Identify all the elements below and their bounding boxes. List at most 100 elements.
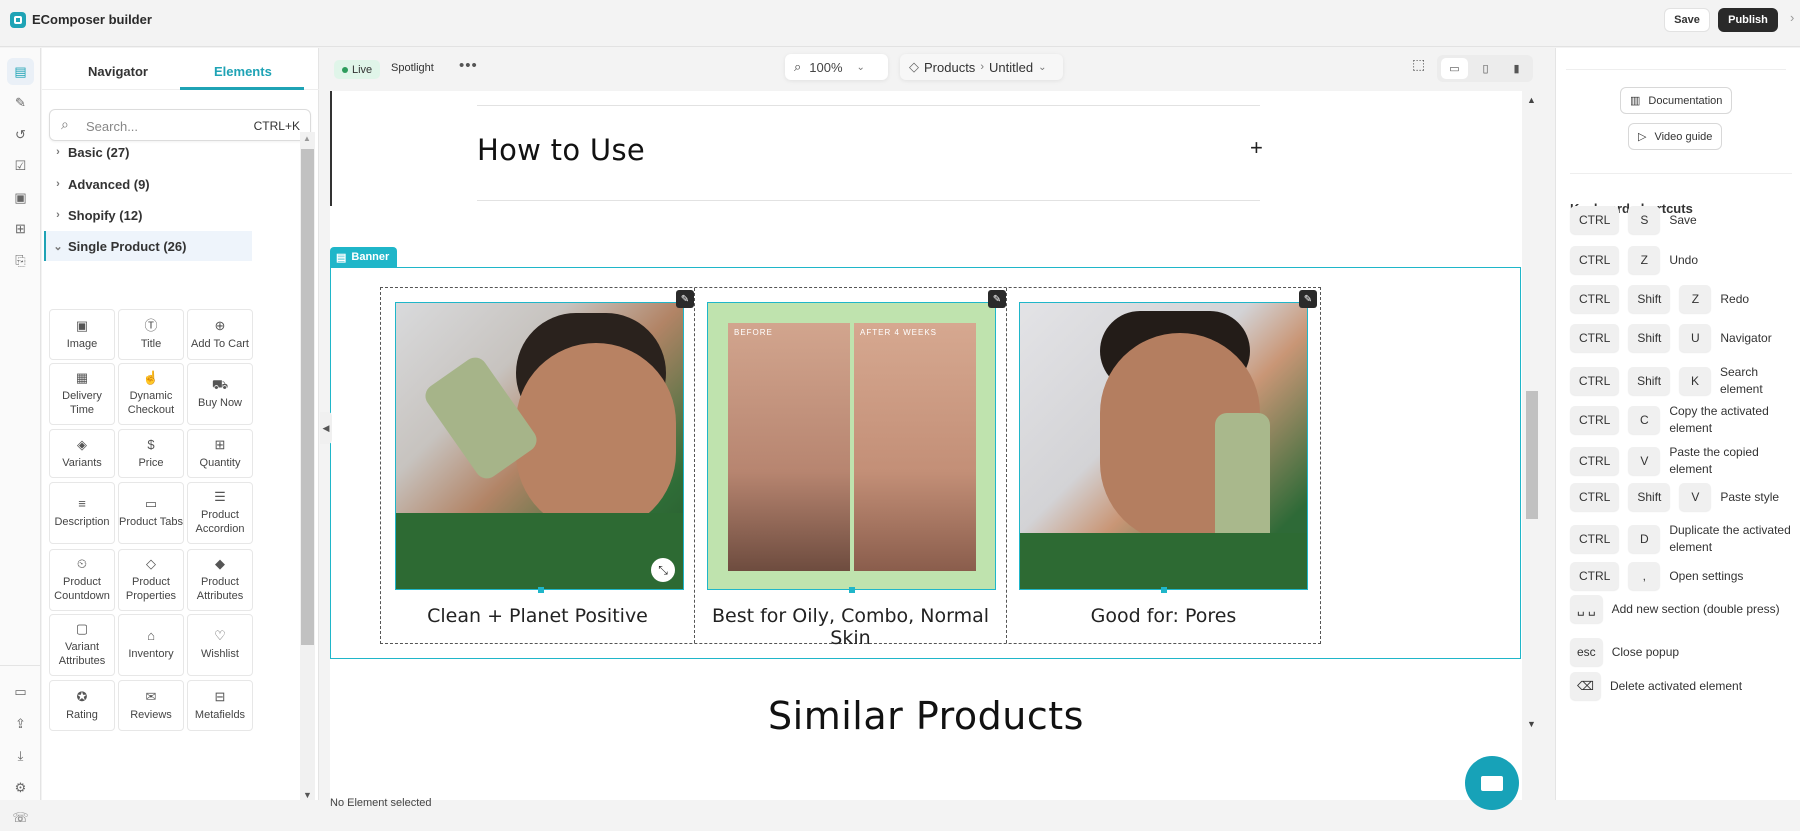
folder-star-icon[interactable]: ▭ (7, 678, 34, 705)
banner-caption[interactable]: Clean + Planet Positive (381, 605, 694, 627)
element-tile-add-to-cart[interactable]: ⊕ Add To Cart (187, 309, 253, 360)
chat-icon[interactable]: ☏ (7, 804, 34, 831)
breadcrumb-untitled[interactable]: Untitled (989, 60, 1033, 75)
key-cap: U (1679, 324, 1712, 352)
element-tile-product-accordion[interactable]: ☰ Product Accordion (187, 482, 253, 544)
edit-pencil-icon[interactable]: ✎ (1299, 290, 1317, 308)
accordion-title[interactable]: How to Use (477, 133, 645, 167)
tab-navigator[interactable]: Navigator (88, 64, 148, 79)
key-cap: K (1679, 367, 1711, 395)
layout-icon[interactable]: ▤ (7, 58, 34, 85)
category-label: Advanced (9) (68, 176, 150, 192)
banner-column[interactable]: BEFORE AFTER 4 WEEKS ✎ Best for Oily, Co… (695, 288, 1007, 649)
banner-section-tag[interactable]: ▤ Banner (330, 247, 398, 267)
mobile-view-icon[interactable]: ▮ (1503, 58, 1530, 79)
search-placeholder: Search... (86, 119, 139, 134)
tab-elements[interactable]: Elements (214, 64, 272, 79)
canvas-scrollbar[interactable]: ▲ ▼ (1524, 91, 1539, 800)
element-tile-price[interactable]: $ Price (118, 429, 184, 478)
element-tile-inventory[interactable]: ⌂ Inventory (118, 614, 184, 676)
documentation-button[interactable]: ▥ Documentation (1620, 87, 1733, 114)
scroll-down-arrow[interactable]: ▼ (303, 790, 312, 800)
spotlight-button[interactable]: Spotlight (391, 62, 434, 74)
element-tile-variants[interactable]: ◈ Variants (49, 429, 115, 478)
desktop-view-icon[interactable]: ▭ (1441, 58, 1468, 79)
element-tile-label: Delivery Time (62, 390, 102, 416)
page-breadcrumb[interactable]: ◇ Products › Untitled ⌄ (900, 54, 1063, 80)
tablet-view-icon[interactable]: ▯ (1472, 58, 1499, 79)
scroll-up-arrow[interactable]: ▲ (303, 134, 311, 143)
element-tile-description[interactable]: ≡ Description (49, 482, 115, 544)
upload-icon[interactable]: ⇪ (7, 710, 34, 737)
expand-plus-icon[interactable]: + (1250, 135, 1263, 161)
banner-image[interactable]: BEFORE AFTER 4 WEEKS (707, 302, 996, 590)
resize-handle[interactable] (849, 587, 855, 593)
category-shopify[interactable]: › Shopify (12) (45, 200, 252, 230)
banner-column[interactable]: ✎ Good for: Pores (1007, 288, 1320, 643)
template-icon[interactable]: ▣ (7, 184, 34, 211)
banner-section[interactable]: ⤡ ✎ Clean + Planet Positive BEFORE AFTER… (330, 267, 1521, 659)
chevron-down-icon: ⌄ (53, 240, 63, 253)
element-tile-title[interactable]: Ⓣ Title (118, 309, 184, 360)
banner-column[interactable]: ⤡ ✎ Clean + Planet Positive (381, 288, 695, 643)
element-tile-dynamic-checkout[interactable]: ☝ Dynamic Checkout (118, 363, 184, 425)
element-tile-wishlist[interactable]: ♡ Wishlist (187, 614, 253, 676)
add-page-icon[interactable]: ⎘ (7, 247, 34, 274)
price-icon: $ (147, 436, 155, 452)
element-tile-rating[interactable]: ✪ Rating (49, 680, 115, 731)
zoom-icon: ⌕ (794, 59, 802, 74)
outline-toggle-icon[interactable]: ⬚ (1412, 56, 1425, 73)
element-tile-product-countdown[interactable]: ⏲ Product Countdown (49, 549, 115, 611)
checklist-icon[interactable]: ☑ (7, 152, 34, 179)
publish-button[interactable]: Publish (1718, 8, 1778, 32)
history-icon[interactable]: ↺ (7, 121, 34, 148)
live-badge[interactable]: Live (334, 60, 381, 79)
panel-scrollbar[interactable]: ▲ ▼ (300, 132, 315, 800)
key-cap: ⌫ (1570, 672, 1601, 700)
element-tile-quantity[interactable]: ⊞ Quantity (187, 429, 253, 478)
banner-caption[interactable]: Best for Oily, Combo, Normal Skin (695, 605, 1006, 649)
banner-image[interactable] (1019, 302, 1308, 590)
edit-pencil-icon[interactable]: ✎ (988, 290, 1006, 308)
collapse-panel-button[interactable]: ◀ (320, 412, 332, 444)
shortcut-row: CTRL D Duplicate the activated element (1570, 522, 1797, 556)
download-icon[interactable]: ⤓ (7, 742, 34, 769)
element-tile-metafields[interactable]: ⊟ Metafields (187, 680, 253, 731)
category-advanced[interactable]: › Advanced (9) (45, 169, 252, 199)
chat-support-button[interactable] (1465, 756, 1519, 810)
collapse-chevron-icon[interactable]: › (1790, 10, 1794, 25)
apps-icon[interactable]: ⊞ (7, 215, 34, 242)
scrollbar-thumb[interactable] (301, 149, 314, 645)
element-tile-image[interactable]: ▣ Image (49, 309, 115, 360)
brush-icon[interactable]: ✎ (7, 89, 34, 116)
key-cap: Z (1679, 285, 1712, 313)
element-tile-variant-attributes[interactable]: ▢ Variant Attributes (49, 614, 115, 676)
chat-bubble-icon (1481, 775, 1503, 791)
element-tile-product-tabs[interactable]: ▭ Product Tabs (118, 482, 184, 544)
element-tile-label: Product Attributes (196, 576, 244, 602)
scroll-up-arrow[interactable]: ▲ (1527, 95, 1536, 105)
element-tile-delivery-time[interactable]: ▦ Delivery Time (49, 363, 115, 425)
element-tile-product-properties[interactable]: ◇ Product Properties (118, 549, 184, 611)
banner-caption[interactable]: Good for: Pores (1007, 605, 1320, 627)
resize-handle[interactable] (1161, 587, 1167, 593)
element-tile-reviews[interactable]: ✉ Reviews (118, 680, 184, 731)
breadcrumb-products[interactable]: Products (924, 60, 975, 75)
similar-products-title[interactable]: Similar Products (330, 694, 1522, 738)
more-options-icon[interactable]: ••• (459, 57, 478, 74)
scroll-down-arrow[interactable]: ▼ (1527, 719, 1536, 729)
banner-row[interactable]: ⤡ ✎ Clean + Planet Positive BEFORE AFTER… (380, 287, 1321, 649)
resize-handle[interactable] (538, 587, 544, 593)
edit-pencil-icon[interactable]: ✎ (676, 290, 694, 308)
banner-image[interactable]: ⤡ (395, 302, 684, 590)
scrollbar-thumb[interactable] (1526, 391, 1538, 519)
element-tile-buy-now[interactable]: ⛟ Buy Now (187, 363, 253, 425)
category-basic[interactable]: › Basic (27) (45, 137, 252, 167)
category-single-product[interactable]: ⌄ Single Product (26) (45, 231, 252, 261)
element-tile-product-attributes[interactable]: ◆ Product Attributes (187, 549, 253, 611)
expand-icon[interactable]: ⤡ (651, 558, 675, 582)
settings-icon[interactable]: ⚙ (7, 774, 34, 801)
save-button[interactable]: Save (1664, 8, 1710, 32)
zoom-select[interactable]: ⌕ 100% ⌄ (785, 54, 888, 80)
video-guide-button[interactable]: ▷ Video guide (1628, 123, 1723, 150)
